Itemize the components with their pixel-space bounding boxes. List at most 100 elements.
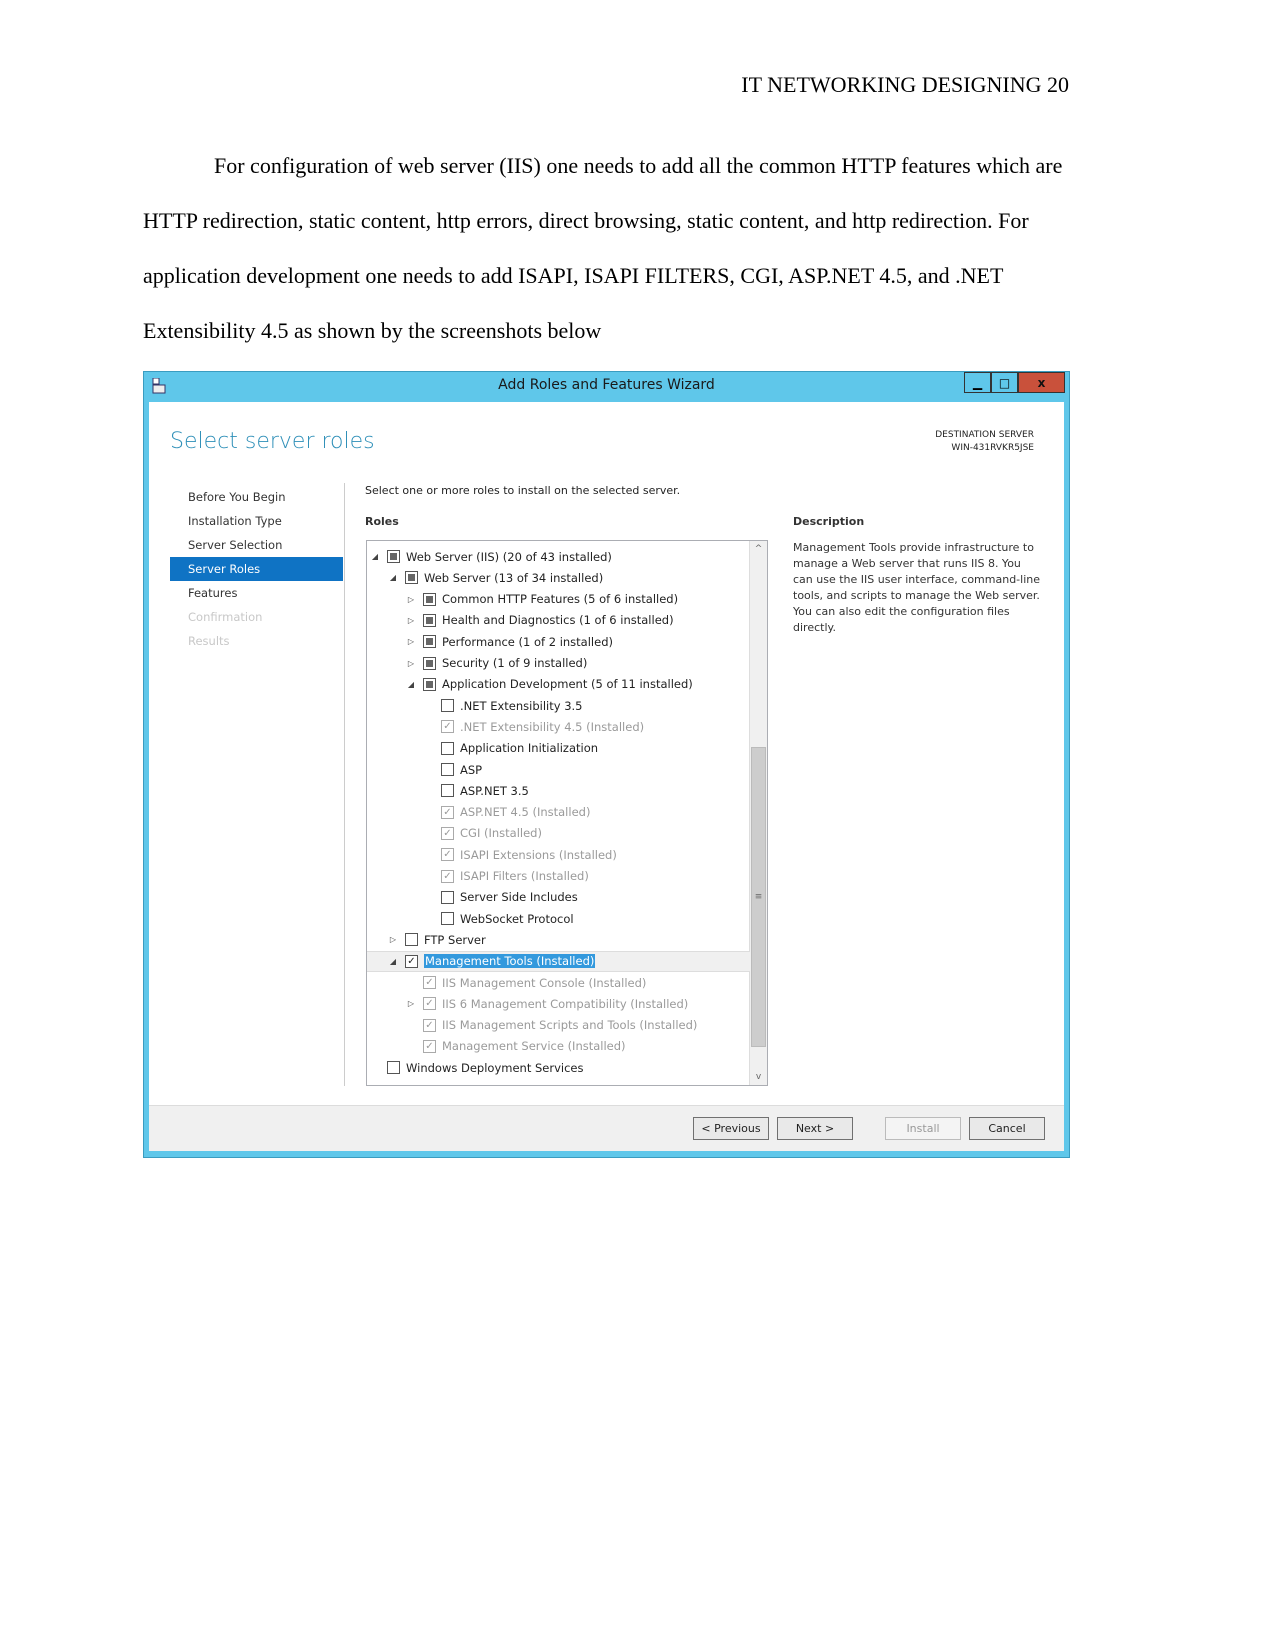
collapsed-arrow-icon[interactable]: ▷: [405, 659, 417, 668]
page-header: IT NETWORKING DESIGNING 20: [741, 72, 1069, 97]
tree-item[interactable]: ▷ Health and Diagnostics (1 of 6 installe…: [367, 610, 750, 631]
checkbox[interactable]: [387, 1061, 400, 1075]
checkbox[interactable]: [405, 571, 418, 585]
collapsed-arrow-icon[interactable]: ▷: [405, 999, 417, 1008]
wizard-nav: Before You Begin Installation Type Server …: [170, 485, 343, 653]
tree-item-label: IIS Management Console (Installed): [442, 975, 647, 990]
collapsed-arrow-icon[interactable]: ▷: [405, 616, 417, 625]
install-button[interactable]: Install: [885, 1117, 961, 1140]
next-button[interactable]: Next >: [777, 1117, 853, 1140]
tree-item[interactable]: Windows Deployment Services: [367, 1057, 750, 1078]
scrollbar-thumb[interactable]: ≡: [751, 747, 766, 1047]
checkbox[interactable]: [441, 784, 454, 798]
nav-item: Results: [188, 634, 230, 648]
nav-item[interactable]: Installation Type: [170, 509, 343, 533]
collapsed-arrow-icon[interactable]: ▷: [387, 935, 399, 944]
tree-item[interactable]: ◢ ✓ Management Tools (Installed): [367, 950, 750, 972]
scroll-up-icon[interactable]: ^: [750, 541, 767, 557]
tree-item[interactable]: Application Initialization: [367, 738, 750, 759]
tree-item-label: Management Service (Installed): [442, 1039, 626, 1054]
checkbox[interactable]: [423, 677, 436, 691]
checkbox: ✓: [423, 976, 436, 989]
tree-item-label: .NET Extensibility 4.5 (Installed): [460, 719, 645, 734]
tree-item[interactable]: ✓ IIS Management Scripts and Tools (Insta…: [367, 1015, 750, 1036]
previous-button[interactable]: < Previous: [693, 1117, 769, 1140]
tree-item[interactable]: .NET Extensibility 3.5: [367, 695, 750, 716]
tree-item-label: Performance (1 of 2 installed): [442, 634, 613, 649]
tree-item[interactable]: ✓ ASP.NET 4.5 (Installed): [367, 802, 750, 823]
expanded-arrow-icon[interactable]: ◢: [405, 680, 417, 689]
tree-item[interactable]: ASP.NET 3.5: [367, 780, 750, 801]
tree-item[interactable]: ✓ ISAPI Extensions (Installed): [367, 844, 750, 865]
checkbox[interactable]: [387, 550, 400, 563]
close-button[interactable]: x: [1018, 372, 1065, 393]
tree-item-label: IIS 6 Management Compatibility (Installe…: [442, 996, 689, 1011]
tree-item-label: Web Server (13 of 34 installed): [424, 570, 604, 585]
checkbox[interactable]: [423, 635, 436, 649]
checkbox[interactable]: [441, 699, 454, 713]
checkbox[interactable]: [423, 592, 436, 606]
nav-item[interactable]: Server Selection: [170, 533, 343, 557]
checkbox[interactable]: [441, 890, 454, 904]
tree-item-label: ISAPI Filters (Installed): [460, 869, 589, 883]
scroll-down-icon[interactable]: v: [750, 1069, 767, 1085]
checkbox: ✓: [441, 848, 454, 862]
roles-label: Roles: [365, 515, 399, 528]
tree-item-label: Common HTTP Features (5 of 6 installed): [442, 592, 679, 607]
wizard-window: Add Roles and Features Wizard ▁ □ x Sele…: [143, 371, 1070, 1158]
expanded-arrow-icon[interactable]: ◢: [387, 957, 399, 966]
tree-item-label: Application Development (5 of 11 install…: [442, 677, 693, 692]
checkbox: ✓: [441, 869, 454, 883]
nav-item[interactable]: Features: [170, 581, 343, 605]
checkbox[interactable]: [423, 656, 436, 670]
tree-item[interactable]: ▷ ✓ IIS 6 Management Compatibility (Instal…: [367, 993, 750, 1014]
checkbox[interactable]: [441, 763, 454, 776]
tree-item[interactable]: ▷ Common HTTP Features (5 of 6 installed): [367, 589, 750, 610]
tree-item[interactable]: ✓ ISAPI Filters (Installed): [367, 866, 750, 887]
tree-item[interactable]: ▷ FTP Server: [367, 929, 750, 950]
tree-item[interactable]: ◢ Web Server (13 of 34 installed): [367, 567, 750, 588]
tree-item-label: WebSocket Protocol: [460, 911, 574, 926]
expanded-arrow-icon[interactable]: ◢: [387, 573, 399, 582]
tree-item[interactable]: Server Side Includes: [367, 887, 750, 908]
checkbox[interactable]: ✓: [405, 954, 418, 968]
nav-item[interactable]: Server Roles: [170, 557, 343, 581]
collapsed-arrow-icon[interactable]: ▷: [405, 595, 417, 604]
divider: [344, 483, 345, 1086]
tree-item[interactable]: ▷ Security (1 of 9 installed): [367, 653, 750, 674]
checkbox[interactable]: [441, 741, 454, 755]
page-title: Select server roles: [170, 429, 375, 454]
tree-item-label: ASP.NET 3.5: [460, 783, 529, 798]
tree-item[interactable]: ✓ Management Service (Installed): [367, 1036, 750, 1057]
tree-item-label: Server Side Includes: [460, 890, 578, 905]
cancel-button[interactable]: Cancel: [969, 1117, 1045, 1140]
description-label: Description: [793, 515, 865, 528]
maximize-button[interactable]: □: [991, 372, 1018, 393]
tree-item-label: Web Server (IIS) (20 of 43 installed): [406, 549, 612, 564]
body-paragraph: For configuration of web server (IIS) on…: [143, 153, 1063, 343]
roles-tree[interactable]: ^ ≡ v ◢ Web Server (IIS) (20 of 43 instal…: [366, 540, 768, 1086]
description-text: Management Tools provide infrastructure …: [793, 541, 1041, 634]
tree-item[interactable]: ◢ Web Server (IIS) (20 of 43 installed): [367, 546, 750, 567]
collapsed-arrow-icon[interactable]: ▷: [405, 637, 417, 646]
nav-item: Confirmation: [188, 610, 263, 624]
tree-item[interactable]: ◢ Application Development (5 of 11 instal…: [367, 674, 750, 695]
checkbox: ✓: [423, 1039, 436, 1053]
checkbox[interactable]: [423, 613, 436, 627]
checkbox[interactable]: [405, 933, 418, 947]
expanded-arrow-icon[interactable]: ◢: [369, 552, 381, 561]
scrollbar[interactable]: ^ ≡ v: [749, 541, 767, 1085]
destination-label: DESTINATION SERVER: [935, 430, 1034, 440]
tree-item-label: ASP: [460, 762, 483, 777]
tree-item[interactable]: ✓ CGI (Installed): [367, 823, 750, 844]
tree-item-label: Windows Deployment Services: [406, 1060, 584, 1075]
checkbox: ✓: [423, 1018, 436, 1032]
tree-item[interactable]: ASP: [367, 759, 750, 780]
tree-item[interactable]: ✓ IIS Management Console (Installed): [367, 972, 750, 993]
tree-item[interactable]: ✓ .NET Extensibility 4.5 (Installed): [367, 716, 750, 737]
minimize-button[interactable]: ▁: [964, 372, 991, 393]
nav-item[interactable]: Before You Begin: [170, 485, 343, 509]
tree-item[interactable]: ▷ Performance (1 of 2 installed): [367, 631, 750, 652]
tree-item[interactable]: WebSocket Protocol: [367, 908, 750, 929]
checkbox[interactable]: [441, 912, 454, 926]
